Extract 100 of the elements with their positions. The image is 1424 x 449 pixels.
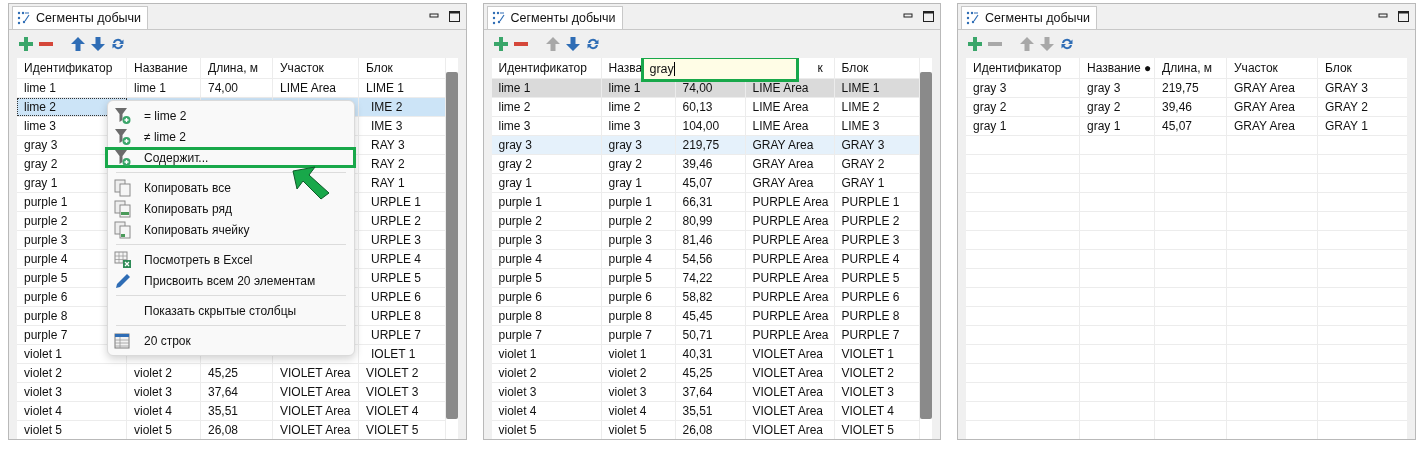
table-row[interactable]: violet 2 violet 2 45,25 VIOLET Area VIOLET 2 <box>17 364 446 383</box>
table-cell: violet 3 <box>134 385 173 399</box>
column-header[interactable]: Название <box>134 61 188 75</box>
table-cell: purple 8 <box>608 309 652 323</box>
table-cell: PURPLE Area <box>752 214 829 228</box>
refresh-icon[interactable] <box>111 37 125 51</box>
table-row[interactable]: purple 8 purple 8 45,45 PURPLE Area PURPLE 8 <box>491 307 920 326</box>
table-row[interactable]: purple 4 purple 4 54,56 PURPLE Area PURPLE 4 <box>491 250 920 269</box>
table-cell: RAY 2 <box>371 157 405 171</box>
table-cell: VIOLET Area <box>752 366 823 380</box>
table-cell: 26,08 <box>208 423 239 437</box>
menu-item[interactable]: Показать скрытые столбцы <box>108 300 354 321</box>
menu-item[interactable]: Копировать ячейку <box>108 219 354 240</box>
table-row[interactable]: violet 3 violet 3 37,64 VIOLET Area VIOLET 3 <box>17 383 446 402</box>
table-row[interactable]: violet 1 violet 1 40,31 VIOLET Area VIOLET 1 <box>491 345 920 364</box>
table-row[interactable]: lime 2 lime 2 60,13 LIME Area LIME 2 <box>491 98 920 117</box>
table-row[interactable]: purple 7 purple 7 50,71 PURPLE Area PURPLE 7 <box>491 326 920 345</box>
table-cell: GRAY 1 <box>841 176 885 190</box>
table-row[interactable]: purple 5 purple 5 74,22 PURPLE Area PURPLE 5 <box>491 269 920 288</box>
add-icon[interactable] <box>968 37 982 51</box>
down-arrow-icon[interactable] <box>565 37 580 51</box>
menu-item[interactable]: Копировать ряд <box>108 198 354 219</box>
column-header[interactable]: Название ● <box>1087 61 1152 75</box>
table-cell: lime 3 <box>24 119 56 133</box>
column-header[interactable]: Блок <box>841 61 869 75</box>
maximize-icon[interactable] <box>923 11 934 22</box>
column-header[interactable]: Блок <box>1325 61 1352 75</box>
table-row[interactable]: purple 2 purple 2 80,99 PURPLE Area PURPLE 2 <box>491 212 920 231</box>
refresh-icon[interactable] <box>585 37 600 51</box>
table-row[interactable]: violet 4 violet 4 35,51 VIOLET Area VIOLET 4 <box>491 402 920 421</box>
column-header[interactable]: Назва <box>608 61 643 75</box>
menu-item[interactable]: Присвоить всем 20 элементам <box>108 270 354 291</box>
table-row[interactable]: violet 4 violet 4 35,51 VIOLET Area VIOLET 4 <box>17 402 446 421</box>
column-header[interactable]: Блок <box>366 61 393 75</box>
table-cell: URPLE 7 <box>371 328 422 342</box>
table-row[interactable]: lime 1 lime 1 74,00 LIME Area LIME 1 <box>491 79 920 98</box>
table-cell: violet 1 <box>498 347 537 361</box>
table-cell: purple 4 <box>498 252 542 266</box>
table-cell: purple 3 <box>24 233 68 247</box>
menu-item[interactable]: Содержит... <box>105 147 356 168</box>
minimize-icon[interactable] <box>428 11 439 21</box>
maximize-icon[interactable] <box>1398 11 1409 22</box>
table-cell: violet 2 <box>134 366 173 380</box>
table-cell: purple 7 <box>24 328 68 342</box>
table-cell: VIOLET 5 <box>841 423 894 437</box>
table-cell: GRAY 2 <box>1325 100 1368 114</box>
table-cell: GRAY 2 <box>841 157 885 171</box>
table-cell: URPLE 2 <box>371 214 422 228</box>
table-row[interactable]: purple 6 purple 6 58,82 PURPLE Area PURPLE 6 <box>491 288 920 307</box>
table-row[interactable]: gray 1 gray 1 45,07 GRAY Area GRAY 1 <box>491 174 920 193</box>
column-header[interactable]: к <box>817 61 823 75</box>
table-cell: VIOLET Area <box>280 423 351 437</box>
panel-tab[interactable]: Сегменты добычи <box>12 6 149 29</box>
panel-tab[interactable]: Сегменты добычи <box>486 6 623 29</box>
table-row[interactable]: purple 1 purple 1 66,31 PURPLE Area PURPLE 1 <box>491 193 920 212</box>
column-header[interactable]: Участок <box>1234 61 1278 75</box>
table-row[interactable]: gray 2 gray 2 39,46 GRAY Area GRAY 2 <box>491 155 920 174</box>
maximize-icon[interactable] <box>448 11 460 22</box>
table-cell: 74,00 <box>208 81 239 95</box>
column-header[interactable]: Участок <box>280 61 324 75</box>
column-header[interactable]: Идентификатор <box>24 61 113 75</box>
panel-tab[interactable]: Сегменты добычи <box>961 6 1098 29</box>
table-cell: gray 1 <box>24 176 58 190</box>
menu-item[interactable]: Копировать все <box>108 177 354 198</box>
table-cell: violet 1 <box>24 347 63 361</box>
column-header[interactable]: Идентификатор <box>973 61 1062 75</box>
table-row[interactable]: gray 1 gray 1 45,07 GRAY Area GRAY 1 <box>966 117 1407 136</box>
add-icon[interactable] <box>19 37 33 51</box>
table-cell: PURPLE 4 <box>841 252 900 266</box>
table-cell: purple 6 <box>24 290 68 304</box>
table-cell: 104,00 <box>682 119 720 133</box>
menu-item[interactable]: ≠ lime 2 <box>108 126 354 147</box>
table-row[interactable]: gray 3 gray 3 219,75 GRAY Area GRAY 3 <box>491 136 920 155</box>
table-cell: gray 3 <box>608 138 642 152</box>
table-row[interactable]: violet 2 violet 2 45,25 VIOLET Area VIOLET 2 <box>491 364 920 383</box>
table-cell: 74,22 <box>682 271 713 285</box>
table-cell: IME 3 <box>371 119 403 133</box>
table-row[interactable]: gray 3 gray 3 219,75 GRAY Area GRAY 3 <box>966 79 1407 98</box>
refresh-icon[interactable] <box>1060 37 1074 51</box>
table-row[interactable]: violet 3 violet 3 37,64 VIOLET Area VIOLET 3 <box>491 383 920 402</box>
table-row[interactable]: violet 5 violet 5 26,08 VIOLET Area VIOLET 5 <box>17 421 446 439</box>
table-cell: 66,31 <box>682 195 713 209</box>
minimize-icon[interactable] <box>1378 11 1388 21</box>
table-cell: VIOLET 4 <box>841 404 894 418</box>
up-arrow-icon[interactable] <box>71 37 85 51</box>
column-header[interactable]: Идентификатор <box>498 61 587 75</box>
table-cell: 45,07 <box>1162 119 1193 133</box>
menu-item[interactable]: = lime 2 <box>108 105 354 126</box>
menu-item[interactable]: Посмотреть в Excel <box>108 249 354 270</box>
down-arrow-icon[interactable] <box>91 37 105 51</box>
column-header[interactable]: Длина, м <box>208 61 259 75</box>
filter-field[interactable]: gray <box>640 58 799 82</box>
table-row[interactable]: purple 3 purple 3 81,46 PURPLE Area PURPLE 3 <box>491 231 920 250</box>
table-row[interactable]: gray 2 gray 2 39,46 GRAY Area GRAY 2 <box>966 98 1407 117</box>
table-cell: LIME 2 <box>841 100 880 114</box>
table-cell: gray 1 <box>1087 119 1121 133</box>
column-header[interactable]: Длина, м <box>1162 61 1213 75</box>
minimize-icon[interactable] <box>903 11 913 21</box>
table-cell: URPLE 3 <box>371 233 422 247</box>
add-icon[interactable] <box>493 37 508 51</box>
